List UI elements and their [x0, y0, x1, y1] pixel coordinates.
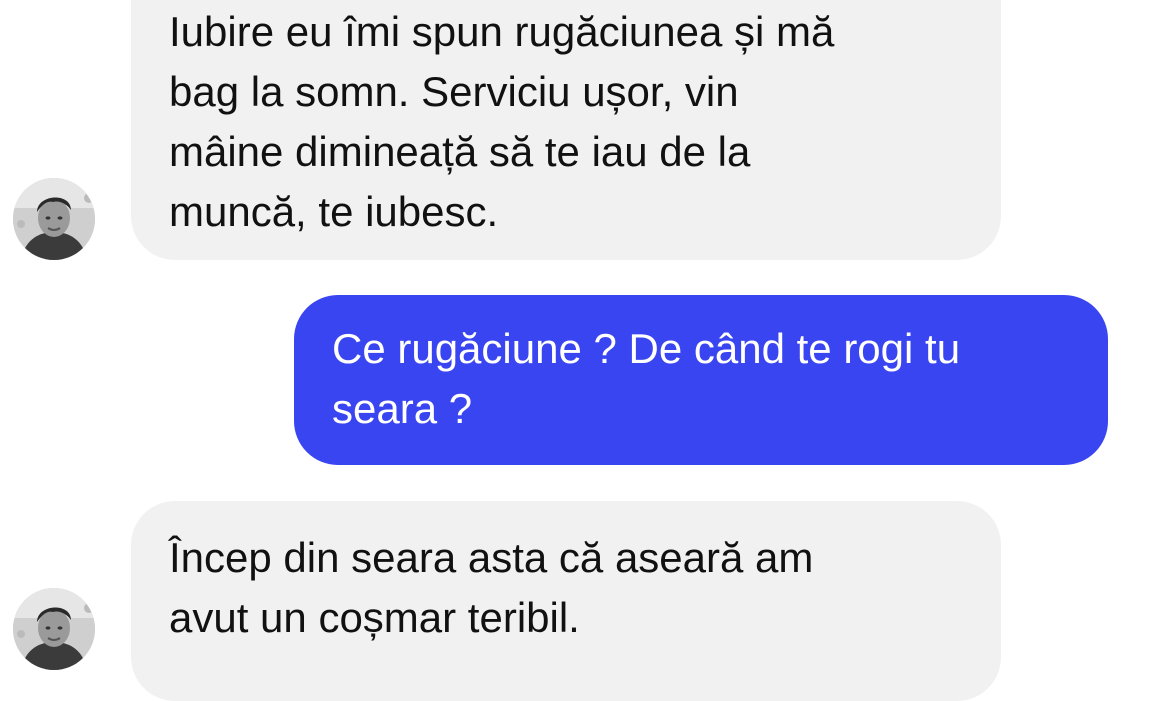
message-text-line: Iubire eu îmi spun rugăciunea și mă	[169, 8, 835, 55]
message-text-line: muncă, te iubesc.	[169, 188, 499, 235]
message-text-line: seara ?	[332, 385, 473, 432]
incoming-message-bubble[interactable]: Încep din seara asta că aseară am avut u…	[131, 501, 1001, 701]
message-text-line: Ce rugăciune ? De când te rogi tu	[332, 325, 961, 372]
outgoing-message-bubble[interactable]: Ce rugăciune ? De când te rogi tu seara …	[294, 295, 1108, 465]
message-text-line: avut un coșmar teribil.	[169, 594, 580, 641]
contact-avatar[interactable]	[13, 178, 95, 260]
message-text-line: bag la somn. Serviciu ușor, vin	[169, 68, 739, 115]
person-photo-icon	[13, 588, 95, 670]
message-text-line: Încep din seara asta că aseară am	[169, 534, 814, 581]
incoming-message-bubble[interactable]: Iubire eu îmi spun rugăciunea și mă bag …	[131, 0, 1001, 260]
contact-avatar[interactable]	[13, 588, 95, 670]
message-text-line: mâine dimineață să te iau de la	[169, 128, 751, 175]
person-photo-icon	[13, 178, 95, 260]
